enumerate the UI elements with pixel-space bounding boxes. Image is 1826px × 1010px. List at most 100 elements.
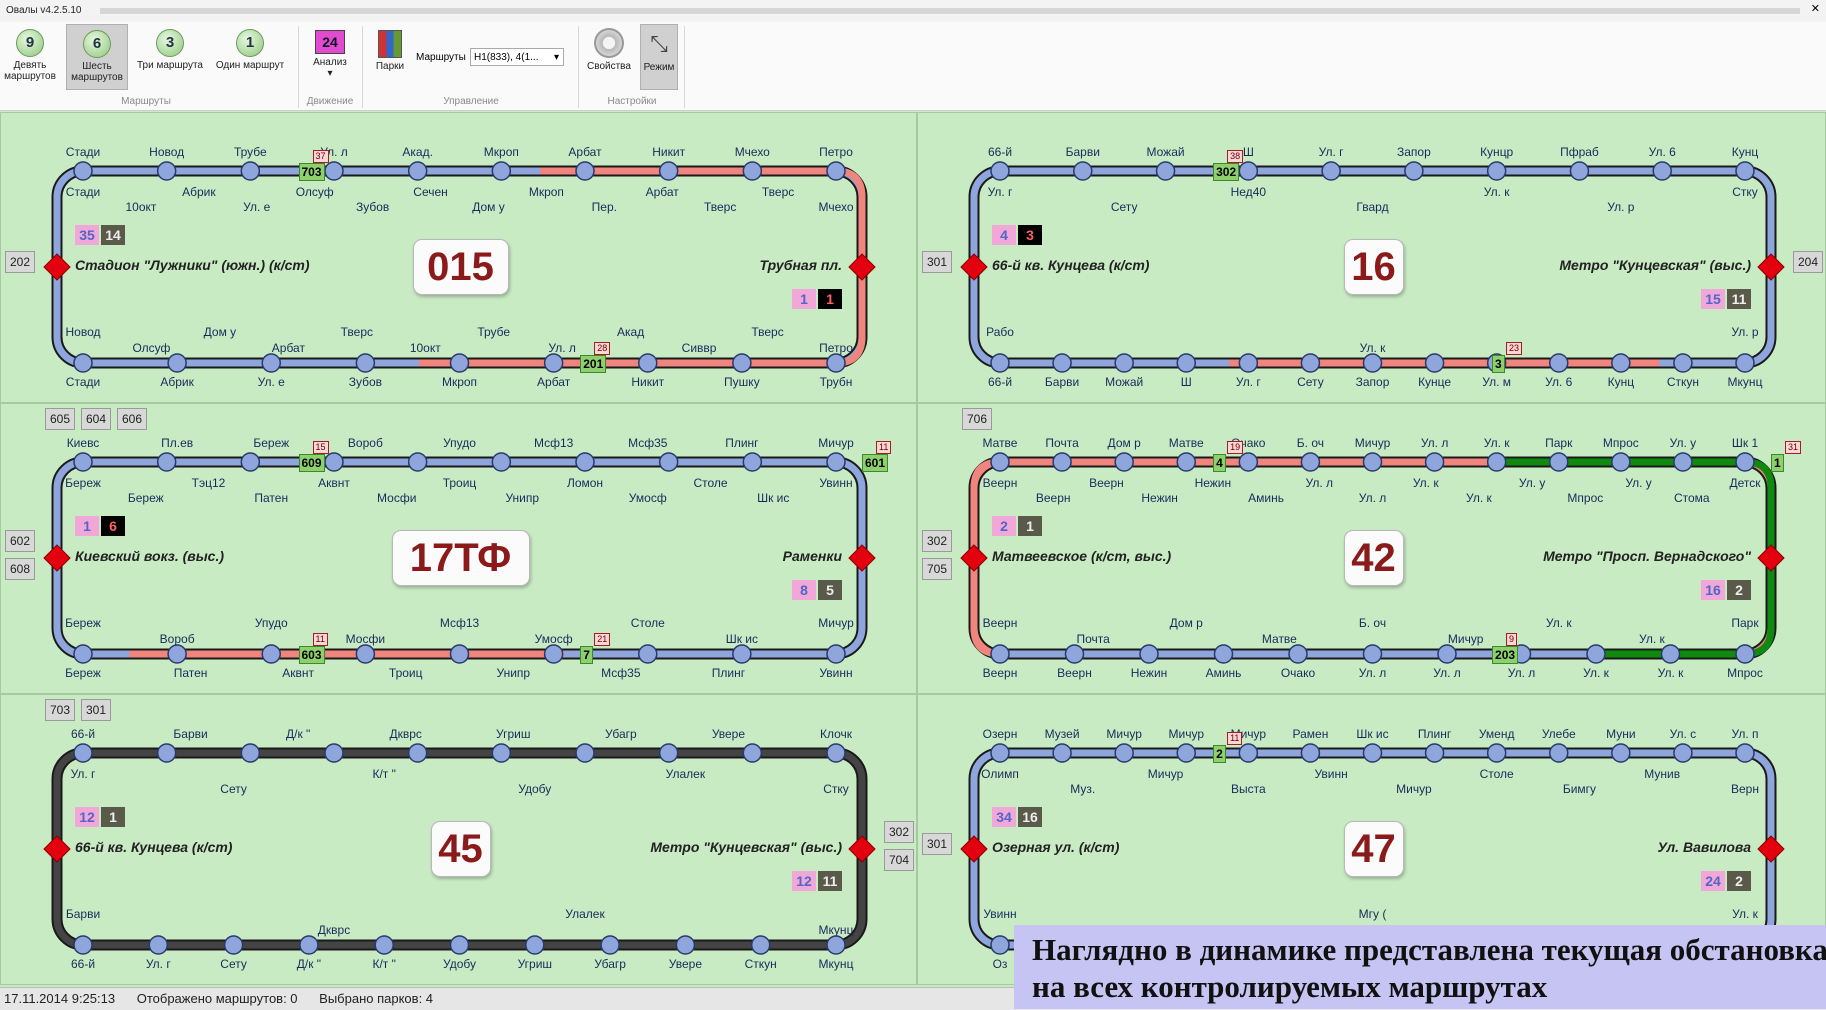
stop-label: Матве <box>1261 632 1297 646</box>
stop-marker <box>1735 452 1755 472</box>
stop-label: Увере <box>711 727 746 741</box>
garage-badge[interactable]: 301 <box>922 833 952 855</box>
bus-marker[interactable]: 603 <box>298 646 325 664</box>
stop-label: Ул. с <box>1669 727 1697 741</box>
stop-label: Сету <box>1297 375 1324 389</box>
garage-badge[interactable]: 302 <box>922 530 952 552</box>
stop-label: Ул. у <box>1669 436 1697 450</box>
stop-label: Ул. л <box>1358 491 1387 505</box>
garage-badge[interactable]: 204 <box>1793 251 1823 273</box>
garage-badge[interactable]: 608 <box>5 558 35 580</box>
stop-label: Троиц <box>442 476 477 490</box>
bus-marker[interactable]: 609 <box>298 454 325 472</box>
stop-marker <box>826 452 846 472</box>
stop-marker <box>167 644 187 664</box>
stop-label: Сечен <box>413 185 448 199</box>
mode-button[interactable]: ⤡ Режим <box>640 24 678 90</box>
six-routes-button[interactable]: 6 Шесть маршрутов <box>66 24 128 90</box>
garage-badge[interactable]: 301 <box>922 251 952 273</box>
route-panel-45[interactable]: 66-й Барви Д/к " Дкврс Угриш Убагр Увере Клочк У… <box>0 694 917 985</box>
stop-marker <box>1052 452 1072 472</box>
stop-label: Муз. <box>1070 782 1096 796</box>
stop-label: Столе <box>630 616 665 630</box>
bus-badge: 19 <box>1227 441 1244 454</box>
stop-label: Сткун <box>1666 375 1699 389</box>
stop-label: Веерн <box>982 666 1018 680</box>
stop-marker <box>1073 161 1093 181</box>
stop-label: Акад <box>617 325 645 339</box>
bus-marker[interactable]: 302 <box>1213 163 1240 181</box>
garage-badge[interactable]: 606 <box>117 408 147 430</box>
stop-label: Ул. к <box>1466 491 1492 505</box>
garage-badge[interactable]: 604 <box>81 408 111 430</box>
stop-label: Стади <box>65 375 101 389</box>
stop-label: Мичур <box>1106 727 1142 741</box>
stop-label: Абрик <box>160 375 194 389</box>
stop-marker <box>826 161 846 181</box>
bus-marker[interactable]: 601 <box>862 454 889 472</box>
route-panel-015[interactable]: Стади Новод Трубе Ул. л Акад. Мкроп Арбат Никит… <box>0 112 917 403</box>
analysis-icon: 24 <box>315 30 345 54</box>
bus-marker[interactable]: 203 <box>1492 646 1519 664</box>
stop-marker <box>156 161 177 181</box>
stop-label: Плинг <box>711 666 746 680</box>
route-number: 42 <box>1343 530 1404 586</box>
three-routes-button[interactable]: 3 Три маршрута <box>134 24 206 88</box>
right-terminal-name: Метро "Кунцевская" (выс.) <box>1559 257 1751 273</box>
stop-marker <box>449 644 470 664</box>
stop-marker <box>1114 743 1134 763</box>
stop-label: Троиц <box>388 666 423 680</box>
properties-button[interactable]: Свойства <box>584 24 634 88</box>
garage-badge[interactable]: 705 <box>922 558 952 580</box>
stop-label: Веерн <box>982 616 1018 630</box>
routes-combo[interactable]: Н1(833), 4(1... ▾ <box>470 48 564 66</box>
stop-label: Береж <box>65 666 101 680</box>
bus-marker[interactable]: 201 <box>580 355 607 373</box>
garage-badge[interactable]: 202 <box>5 251 35 273</box>
left-count-b: 14 <box>101 225 125 245</box>
stop-label: Ул. л <box>1358 666 1387 680</box>
stop-marker <box>73 935 93 955</box>
garage-badge[interactable]: 706 <box>962 408 992 430</box>
stop-marker <box>543 644 564 664</box>
stop-label: Улалек <box>565 907 605 921</box>
garage-badge[interactable]: 602 <box>5 530 35 552</box>
stop-label: Нежин <box>1141 491 1178 505</box>
bus-marker[interactable]: 2 <box>1213 745 1226 763</box>
stop-label: Мсф35 <box>601 666 641 680</box>
close-icon[interactable]: ✕ <box>1811 2 1820 15</box>
analysis-button[interactable]: 24 Анализ ▾ <box>306 24 354 88</box>
garage-badge[interactable]: 704 <box>884 849 914 871</box>
garage-badge[interactable]: 605 <box>45 408 75 430</box>
stop-label: Веерн <box>1035 491 1071 505</box>
stop-label: Вороб <box>159 632 195 646</box>
route-panel-16[interactable]: 66-й Барви Можай Ш Ул. г Запор Кунцр Пфраб Ул. 6… <box>917 112 1826 403</box>
parks-button[interactable]: Парки <box>370 24 410 88</box>
stop-label: 66-й <box>987 145 1013 159</box>
garage-badge[interactable]: 301 <box>81 699 111 721</box>
stop-label: 66-й <box>987 375 1013 389</box>
stop-label: Удобу <box>443 957 476 971</box>
route-panel-17ТФ[interactable]: Киевс Пл.ев Береж Вороб Упудо Мсф13 Мсф35 Плинг… <box>0 403 917 694</box>
route-panel-42[interactable]: Матве Почта Дом р Матве Очако Б. оч Мичур Ул. л… <box>917 403 1826 694</box>
garage-badge[interactable]: 302 <box>884 821 914 843</box>
one-route-button[interactable]: 1 Один маршрут <box>212 24 288 88</box>
stop-marker <box>1735 161 1755 181</box>
stop-label: Увинн <box>819 666 853 680</box>
terminal-diamond-right <box>1757 253 1785 281</box>
bus-badge: 28 <box>594 342 611 355</box>
bus-marker[interactable]: 703 <box>298 163 325 181</box>
stop-label: Уменд <box>1478 727 1515 741</box>
bus-marker[interactable]: 3 <box>1492 355 1505 373</box>
stop-label: Д/к " <box>285 727 311 741</box>
bus-marker[interactable]: 4 <box>1213 454 1226 472</box>
terminal-diamond-right <box>848 835 876 863</box>
stop-marker <box>1611 743 1631 763</box>
stop-label: Пер. <box>591 200 617 214</box>
bus-marker[interactable]: 1 <box>1771 454 1784 472</box>
bus-badge: 11 <box>312 633 328 646</box>
nine-routes-button[interactable]: 9 Девять маршрутов <box>2 24 58 88</box>
bus-marker[interactable]: 7 <box>580 646 593 664</box>
stop-label: Парк <box>1731 616 1759 630</box>
garage-badge[interactable]: 703 <box>45 699 75 721</box>
